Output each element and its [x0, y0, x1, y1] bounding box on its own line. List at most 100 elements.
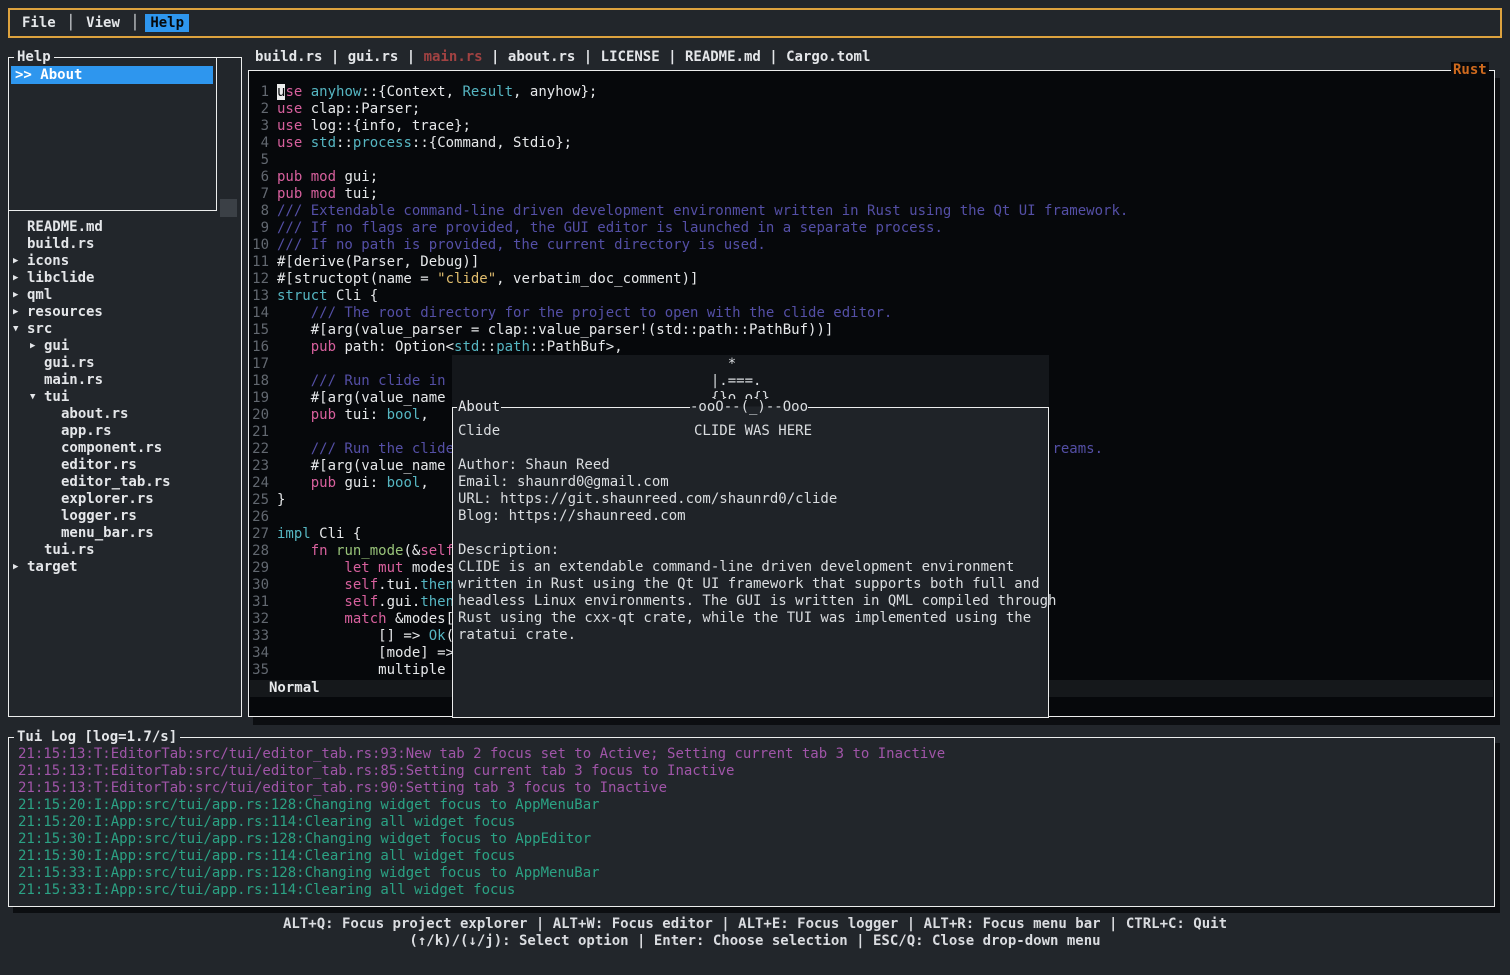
tree-item-editor-tab-rs[interactable]: editor_tab.rs [9, 474, 240, 491]
tab-license[interactable]: LICENSE [601, 49, 660, 65]
tree-item-label: main.rs [44, 372, 103, 389]
code-line: 3use log::{info, trace}; [250, 118, 1128, 135]
tab-build-rs[interactable]: build.rs [255, 49, 322, 65]
log-entry: 21:15:20:I:App:src/tui/app.rs:114:Cleari… [18, 814, 1492, 831]
menu-items: File│View│Help [17, 14, 189, 32]
tree-item-libclide[interactable]: ▶libclide [9, 270, 240, 287]
tree-item-label: resources [27, 304, 103, 321]
help-menu-option-about[interactable]: >> About [11, 66, 213, 84]
about-popup-title: About [457, 399, 501, 416]
tree-item-tui[interactable]: ▼tui [9, 389, 240, 406]
line-number: 19 [250, 390, 269, 407]
line-number: 6 [250, 169, 269, 186]
tab-readme-md[interactable]: README.md [685, 49, 761, 65]
tree-item-main-rs[interactable]: main.rs [9, 372, 240, 389]
tree-item-tui-rs[interactable]: tui.rs [9, 542, 240, 559]
code-line: 15 #[arg(value_parser = clap::value_pars… [250, 322, 1128, 339]
tab-about-rs[interactable]: about.rs [508, 49, 575, 65]
chevron-collapsed-icon: ▶ [13, 287, 27, 304]
line-number: 5 [250, 152, 269, 169]
tree-item-editor-rs[interactable]: editor.rs [9, 457, 240, 474]
code-line: 10/// If no path is provided, the curren… [250, 237, 1128, 254]
menu-item-file[interactable]: File [17, 14, 61, 32]
tree-item-icons[interactable]: ▶icons [9, 253, 240, 270]
chevron-collapsed-icon: ▶ [13, 304, 27, 321]
tab-separator: | [322, 49, 347, 65]
tree-item-qml[interactable]: ▶qml [9, 287, 240, 304]
tree-item-build-rs[interactable]: build.rs [9, 236, 240, 253]
log-entry: 21:15:13:T:EditorTab:src/tui/editor_tab.… [18, 746, 1492, 763]
tree-item-label: gui [44, 338, 69, 355]
tree-item-label: src [27, 321, 52, 338]
code-line: 5 [250, 152, 1128, 169]
line-number: 20 [250, 407, 269, 424]
tree-item-menu-bar-rs[interactable]: menu_bar.rs [9, 525, 240, 542]
tree-item-gui-rs[interactable]: gui.rs [9, 355, 240, 372]
line-number: 34 [250, 645, 269, 662]
tab-cargo-toml[interactable]: Cargo.toml [786, 49, 870, 65]
line-number: 33 [250, 628, 269, 645]
tab-separator: | [660, 49, 685, 65]
tree-item-about-rs[interactable]: about.rs [9, 406, 240, 423]
tree-item-gui[interactable]: ▶gui [9, 338, 240, 355]
line-number: 22 [250, 441, 269, 458]
line-number: 3 [250, 118, 269, 135]
code-line: 9/// If no flags are provided, the GUI e… [250, 220, 1128, 237]
editor-language-badge: Rust [1451, 62, 1489, 78]
tree-item-component-rs[interactable]: component.rs [9, 440, 240, 457]
log-entry: 21:15:33:I:App:src/tui/app.rs:128:Changi… [18, 865, 1492, 882]
line-number: 8 [250, 203, 269, 220]
line-number: 14 [250, 305, 269, 322]
line-number: 7 [250, 186, 269, 203]
tree-item-label: component.rs [61, 440, 162, 457]
tab-gui-rs[interactable]: gui.rs [348, 49, 399, 65]
tab-separator: | [398, 49, 423, 65]
tree-item-readme-md[interactable]: README.md [9, 219, 240, 236]
tree-item-label: libclide [27, 270, 94, 287]
code-line: 16 pub path: Option<std::path::PathBuf>, [250, 339, 1128, 356]
tree-item-label: README.md [27, 219, 103, 236]
chevron-expanded-icon: ▼ [30, 389, 44, 406]
tree-item-label: logger.rs [61, 508, 137, 525]
line-number: 29 [250, 560, 269, 577]
tree-item-target[interactable]: ▶target [9, 559, 240, 576]
line-number: 1 [250, 84, 269, 101]
line-number: 31 [250, 594, 269, 611]
tree-item-label: build.rs [27, 236, 94, 253]
code-line: 2use clap::Parser; [250, 101, 1128, 118]
help-dropdown-title: Help [14, 49, 54, 65]
tree-item-src[interactable]: ▼src [9, 321, 240, 338]
line-number: 18 [250, 373, 269, 390]
menu-separator: │ [67, 15, 75, 31]
line-number: 16 [250, 339, 269, 356]
log-entry: 21:15:30:I:App:src/tui/app.rs:114:Cleari… [18, 848, 1492, 865]
menu-item-view[interactable]: View [81, 14, 125, 32]
tab-main-rs[interactable]: main.rs [424, 49, 483, 65]
code-line: 12#[structopt(name = "clide", verbatim_d… [250, 271, 1128, 288]
line-number: 4 [250, 135, 269, 152]
line-number: 30 [250, 577, 269, 594]
tree-item-resources[interactable]: ▶resources [9, 304, 240, 321]
menu-bar: File│View│Help [8, 8, 1502, 38]
tui-log-panel[interactable]: Tui Log [log=1.7/s] 21:15:13:T:EditorTab… [8, 737, 1495, 907]
menu-item-help[interactable]: Help [145, 14, 189, 32]
about-popup-body: Clide CLIDE WAS HERE Author: Shaun Reed … [458, 423, 1056, 644]
tree-item-app-rs[interactable]: app.rs [9, 423, 240, 440]
explorer-scrollbar[interactable] [220, 199, 237, 217]
vim-mode-indicator: Normal [269, 680, 320, 696]
log-entry: 21:15:33:I:App:src/tui/app.rs:114:Cleari… [18, 882, 1492, 899]
file-tree: README.mdbuild.rs▶icons▶libclide▶qml▶res… [9, 219, 240, 576]
chevron-collapsed-icon: ▶ [30, 338, 44, 355]
code-line: 13struct Cli { [250, 288, 1128, 305]
chevron-collapsed-icon: ▶ [13, 253, 27, 270]
line-number: 13 [250, 288, 269, 305]
tree-item-label: tui [44, 389, 69, 406]
tree-item-label: about.rs [61, 406, 128, 423]
code-line: 8/// Extendable command-line driven deve… [250, 203, 1128, 220]
tree-item-logger-rs[interactable]: logger.rs [9, 508, 240, 525]
tree-item-explorer-rs[interactable]: explorer.rs [9, 491, 240, 508]
line-number: 24 [250, 475, 269, 492]
hotkey-bar-line1: ALT+Q: Focus project explorer | ALT+W: F… [0, 916, 1510, 933]
chevron-collapsed-icon: ▶ [13, 559, 27, 576]
tree-item-label: tui.rs [44, 542, 95, 559]
